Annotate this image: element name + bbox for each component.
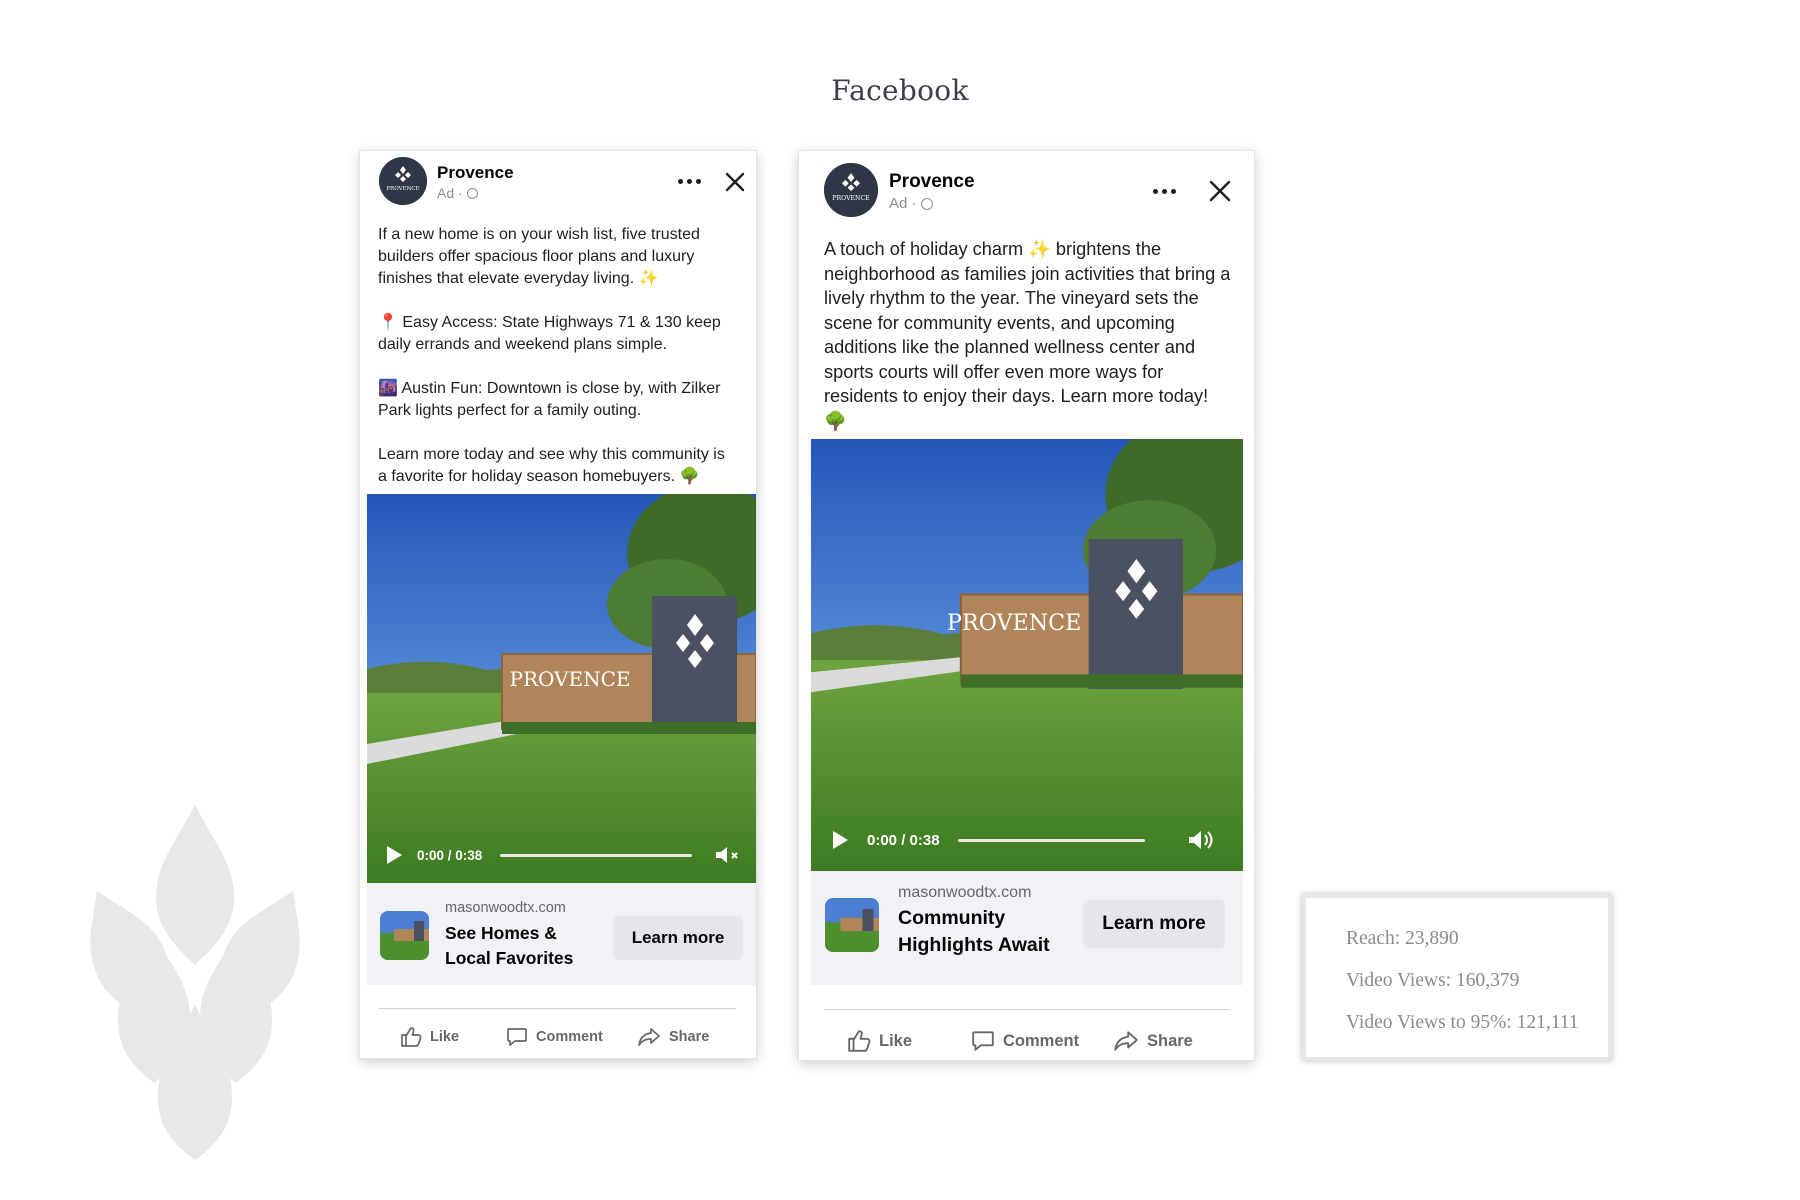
avatar[interactable]: PROVENCE <box>824 163 878 217</box>
sign-text: PROVENCE <box>509 667 630 691</box>
fleur-watermark-icon <box>90 805 300 1160</box>
ad-label: Ad · <box>437 185 463 201</box>
action-bar: Like Comment Share <box>360 1019 756 1055</box>
video-controls: 0:00 / 0:38 <box>811 825 1243 855</box>
comment-icon <box>972 1031 994 1051</box>
avatar[interactable]: PROVENCE <box>379 157 427 205</box>
thumbs-up-icon <box>401 1027 422 1047</box>
close-icon[interactable] <box>1208 179 1232 203</box>
link-headline: See Homes & Local Favorites <box>445 923 574 968</box>
learn-more-button[interactable]: Learn more <box>613 916 743 960</box>
link-domain: masonwoodtx.com <box>898 884 1032 901</box>
video-frame-image: PROVENCE <box>811 439 1243 871</box>
comment-icon <box>507 1028 527 1046</box>
share-label: Share <box>1147 1031 1193 1050</box>
video-progress-bar[interactable] <box>958 838 1145 842</box>
divider <box>379 1008 736 1009</box>
share-button[interactable]: Share <box>1113 1029 1193 1053</box>
cta-bar[interactable]: masonwoodtx.com Community Highlights Awa… <box>811 871 1243 985</box>
link-headline: Community Highlights Await <box>898 907 1050 956</box>
share-icon <box>1114 1031 1138 1051</box>
action-bar: Like Comment Share <box>799 1021 1254 1061</box>
ad-label: Ad · <box>889 195 917 212</box>
mute-icon[interactable] <box>713 843 741 867</box>
play-icon[interactable] <box>833 831 848 849</box>
link-domain: masonwoodtx.com <box>445 900 566 916</box>
share-label: Share <box>669 1029 710 1045</box>
video-controls: 0:00 / 0:38 <box>367 841 756 869</box>
like-label: Like <box>430 1029 460 1045</box>
ad-header: PROVENCE Provence Ad · <box>799 151 1254 217</box>
ad-video[interactable]: PROVENCE 0:00 / 0:38 <box>367 494 756 883</box>
thumbs-up-icon <box>848 1030 871 1052</box>
share-button[interactable]: Share <box>637 1026 709 1048</box>
close-icon[interactable] <box>724 171 746 193</box>
link-thumbnail <box>380 911 429 960</box>
volume-icon[interactable] <box>1186 827 1216 853</box>
comment-button[interactable]: Comment <box>971 1029 1079 1053</box>
sponsored-label: Ad · <box>889 195 933 212</box>
more-options-icon[interactable] <box>1153 189 1176 194</box>
video-time: 0:00 / 0:38 <box>867 831 940 849</box>
globe-icon <box>466 187 478 199</box>
learn-more-button[interactable]: Learn more <box>1083 900 1225 948</box>
more-options-icon[interactable] <box>678 179 701 184</box>
ad-body-text: A touch of holiday charm ✨ brightens the… <box>824 239 1236 431</box>
like-button[interactable]: Like <box>400 1026 459 1048</box>
ad-body-text: If a new home is on your wish list, five… <box>378 226 725 485</box>
like-button[interactable]: Like <box>847 1029 912 1053</box>
like-label: Like <box>879 1031 913 1050</box>
video-views-95-stat: Video Views to 95%: 121,111 <box>1346 1012 1579 1033</box>
video-progress-bar[interactable] <box>500 853 692 857</box>
page-title: Facebook <box>831 74 969 107</box>
video-views-stat: Video Views: 160,379 <box>1346 970 1520 991</box>
sign-text: PROVENCE <box>947 610 1081 636</box>
page-name[interactable]: Provence <box>889 171 975 193</box>
facebook-ad-card-2: PROVENCE Provence Ad · A touch of holida… <box>799 151 1254 1060</box>
share-icon <box>638 1028 660 1046</box>
comment-label: Comment <box>1003 1031 1080 1050</box>
sponsored-label: Ad · <box>437 185 478 201</box>
reach-stat: Reach: 23,890 <box>1346 928 1459 949</box>
comment-label: Comment <box>536 1029 603 1045</box>
page-name[interactable]: Provence <box>437 163 514 183</box>
facebook-ad-card-1: PROVENCE Provence Ad · If a new home is … <box>360 151 756 1058</box>
avatar-text: PROVENCE <box>832 195 870 202</box>
stats-box: Reach: 23,890 Video Views: 160,379 Video… <box>1302 894 1612 1061</box>
video-time: 0:00 / 0:38 <box>417 847 483 863</box>
cta-bar[interactable]: masonwoodtx.com See Homes & Local Favori… <box>367 883 756 985</box>
comment-button[interactable]: Comment <box>506 1026 603 1048</box>
globe-icon <box>920 197 933 210</box>
video-frame-image: PROVENCE <box>367 494 756 883</box>
play-icon[interactable] <box>387 846 402 864</box>
link-thumbnail <box>825 898 879 952</box>
ad-video[interactable]: PROVENCE 0:00 / 0:38 <box>811 439 1243 871</box>
divider <box>824 1009 1230 1010</box>
ad-header: PROVENCE Provence Ad · <box>360 151 756 216</box>
avatar-text: PROVENCE <box>386 186 419 192</box>
